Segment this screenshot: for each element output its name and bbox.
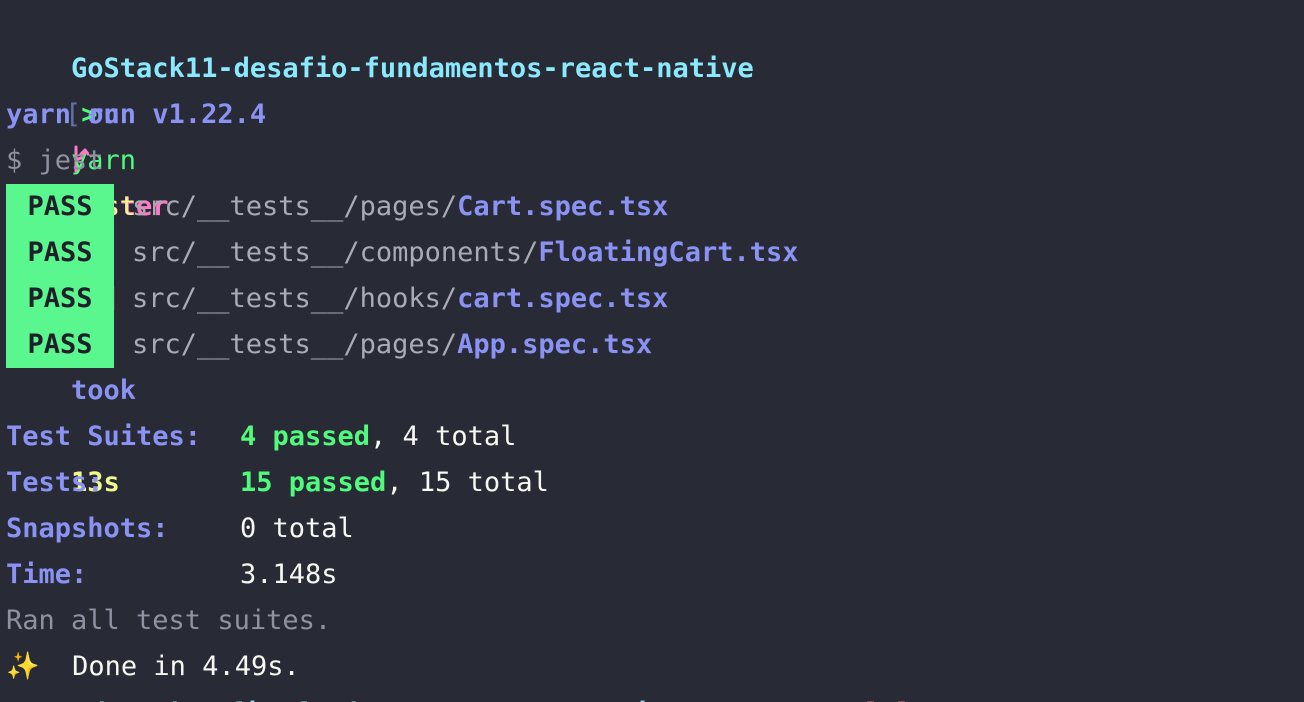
tests-passed: 15 passed [240,467,387,498]
jest-command: $ jest [6,145,104,176]
pass-badge: PASS [6,322,114,368]
suites-label: Test Suites: [6,421,202,452]
test-dir: src/__tests__/components/ [132,237,539,268]
suites-total: , 4 total [370,421,517,452]
ran-all-text: Ran all test suites. [6,605,332,636]
test-dir: src/__tests__/pages/ [132,191,458,222]
test-dir: src/__tests__/hooks/ [132,283,458,314]
snapshots-value: 0 total [240,513,354,544]
test-file: App.spec.tsx [457,329,653,360]
done-line: ✨ Done in 4.49s. [6,644,1304,690]
snapshots-label: Snapshots: [6,513,169,544]
summary-tests: Tests: 15 passed, 15 total [6,460,1304,506]
suites-passed: 4 passed [240,421,371,452]
summary-time: Time: 3.148s [6,552,1304,598]
done-text: Done in 4.49s. [72,651,300,682]
pass-badge: PASS [6,184,114,230]
time-value: 3.148s [240,559,338,590]
prompt-line: GoStack11-desafio-fundamentos-react-nati… [6,0,1304,498]
time-label: Time: [6,559,88,590]
pass-badge: PASS [6,276,114,322]
terminal-window[interactable]: GoStack11-desafio-fundamentos-react-nati… [0,0,1304,702]
yarn-header: yarn run v1.22.4 [6,99,267,130]
sparkles-icon: ✨ [6,651,40,682]
tests-label: Tests: [6,467,104,498]
test-result-row: PASS src/__tests__/hooks/cart.spec.tsx [6,276,1304,322]
summary-suites: Test Suites: 4 passed, 4 total [6,414,1304,460]
next-prompt-partial: GoStack11-desafio-fundamentos-react-nati… [0,694,1304,702]
test-result-row: PASS src/__tests__/pages/Cart.spec.tsx [6,184,1304,230]
command-line[interactable]: [> yarn test [6,46,1304,222]
test-file: FloatingCart.tsx [538,237,799,268]
tests-total: , 15 total [386,467,549,498]
test-result-row: PASS src/__tests__/components/FloatingCar… [6,230,1304,276]
test-dir: src/__tests__/pages/ [132,329,458,360]
test-file: cart.spec.tsx [457,283,669,314]
summary-snapshots: Snapshots: 0 total [6,506,1304,552]
test-result-row: PASS src/__tests__/pages/App.spec.tsx [6,322,1304,368]
pass-badge: PASS [6,230,114,276]
test-file: Cart.spec.tsx [457,191,669,222]
